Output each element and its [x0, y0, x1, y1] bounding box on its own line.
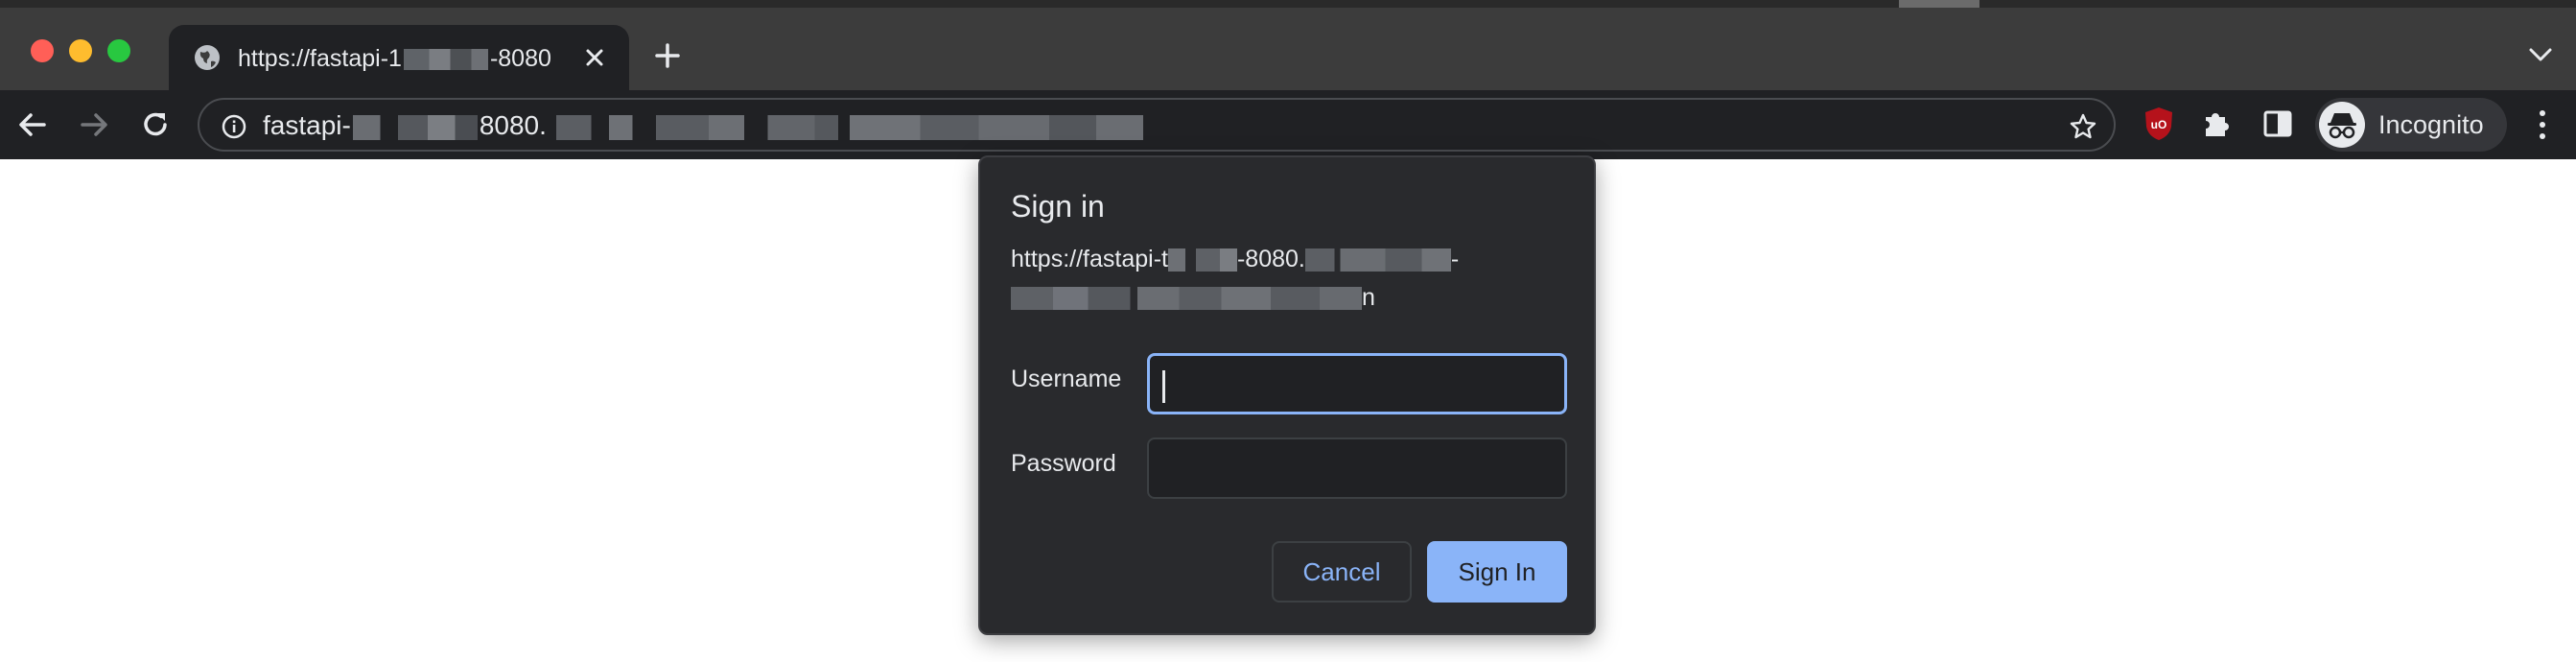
username-label: Username — [1011, 366, 1122, 392]
text-caret — [1162, 370, 1165, 403]
tab-title: https://fastapi-1 -8080 — [238, 45, 551, 72]
reload-icon[interactable] — [134, 104, 176, 146]
side-panel-icon[interactable] — [2261, 107, 2294, 140]
password-label: Password — [1011, 450, 1116, 477]
window-top-edge — [0, 0, 2576, 8]
incognito-label: Incognito — [2378, 110, 2484, 139]
cancel-button[interactable]: Cancel — [1272, 541, 1412, 603]
forward-arrow-icon[interactable] — [73, 104, 115, 146]
globe-icon — [195, 45, 220, 70]
window-zoom-button[interactable] — [107, 39, 130, 62]
dialog-url-redaction-3 — [1011, 287, 1362, 311]
ublock-origin-icon[interactable]: uO — [2143, 106, 2175, 142]
svg-text:uO: uO — [2151, 118, 2167, 131]
address-bar[interactable]: fastapi- 8080. — [198, 98, 2116, 152]
url-text: fastapi- 8080. — [263, 107, 1143, 144]
tab-title-redaction — [403, 49, 488, 71]
back-arrow-icon[interactable] — [12, 104, 54, 146]
incognito-icon — [2319, 102, 2365, 148]
username-input[interactable] — [1147, 353, 1567, 414]
window-minimize-button[interactable] — [69, 39, 92, 62]
dialog-site-url: https://fastapi-t -8080. - n — [1011, 246, 1460, 311]
url-redaction-1 — [352, 114, 478, 140]
new-tab-plus-icon[interactable] — [652, 40, 683, 71]
more-menu-icon[interactable] — [2532, 106, 2553, 144]
dialog-url-redaction-2 — [1304, 248, 1451, 272]
tab-close-icon[interactable] — [579, 42, 610, 73]
browser-toolbar: fastapi- 8080. uO Incognito — [0, 90, 2576, 159]
active-tab[interactable]: https://fastapi-1 -8080 — [169, 25, 629, 90]
url-redaction-2 — [555, 114, 1143, 140]
window-drag-marker — [1899, 0, 1979, 8]
incognito-profile-button[interactable]: Incognito — [2315, 98, 2507, 152]
dialog-url-redaction-1 — [1167, 248, 1237, 272]
tab-search-chevron-icon[interactable] — [2528, 46, 2553, 63]
dialog-title: Sign in — [1011, 189, 1105, 224]
sign-in-button[interactable]: Sign In — [1427, 541, 1567, 603]
window-close-button[interactable] — [31, 39, 54, 62]
bookmark-star-icon[interactable] — [2068, 111, 2098, 142]
site-info-icon[interactable] — [221, 113, 247, 140]
tab-strip: https://fastapi-1 -8080 — [0, 0, 2576, 90]
extensions-puzzle-icon[interactable] — [2200, 106, 2235, 140]
sign-in-dialog: Sign in https://fastapi-t -8080. - n Usern… — [978, 155, 1596, 635]
password-input[interactable] — [1147, 437, 1567, 499]
